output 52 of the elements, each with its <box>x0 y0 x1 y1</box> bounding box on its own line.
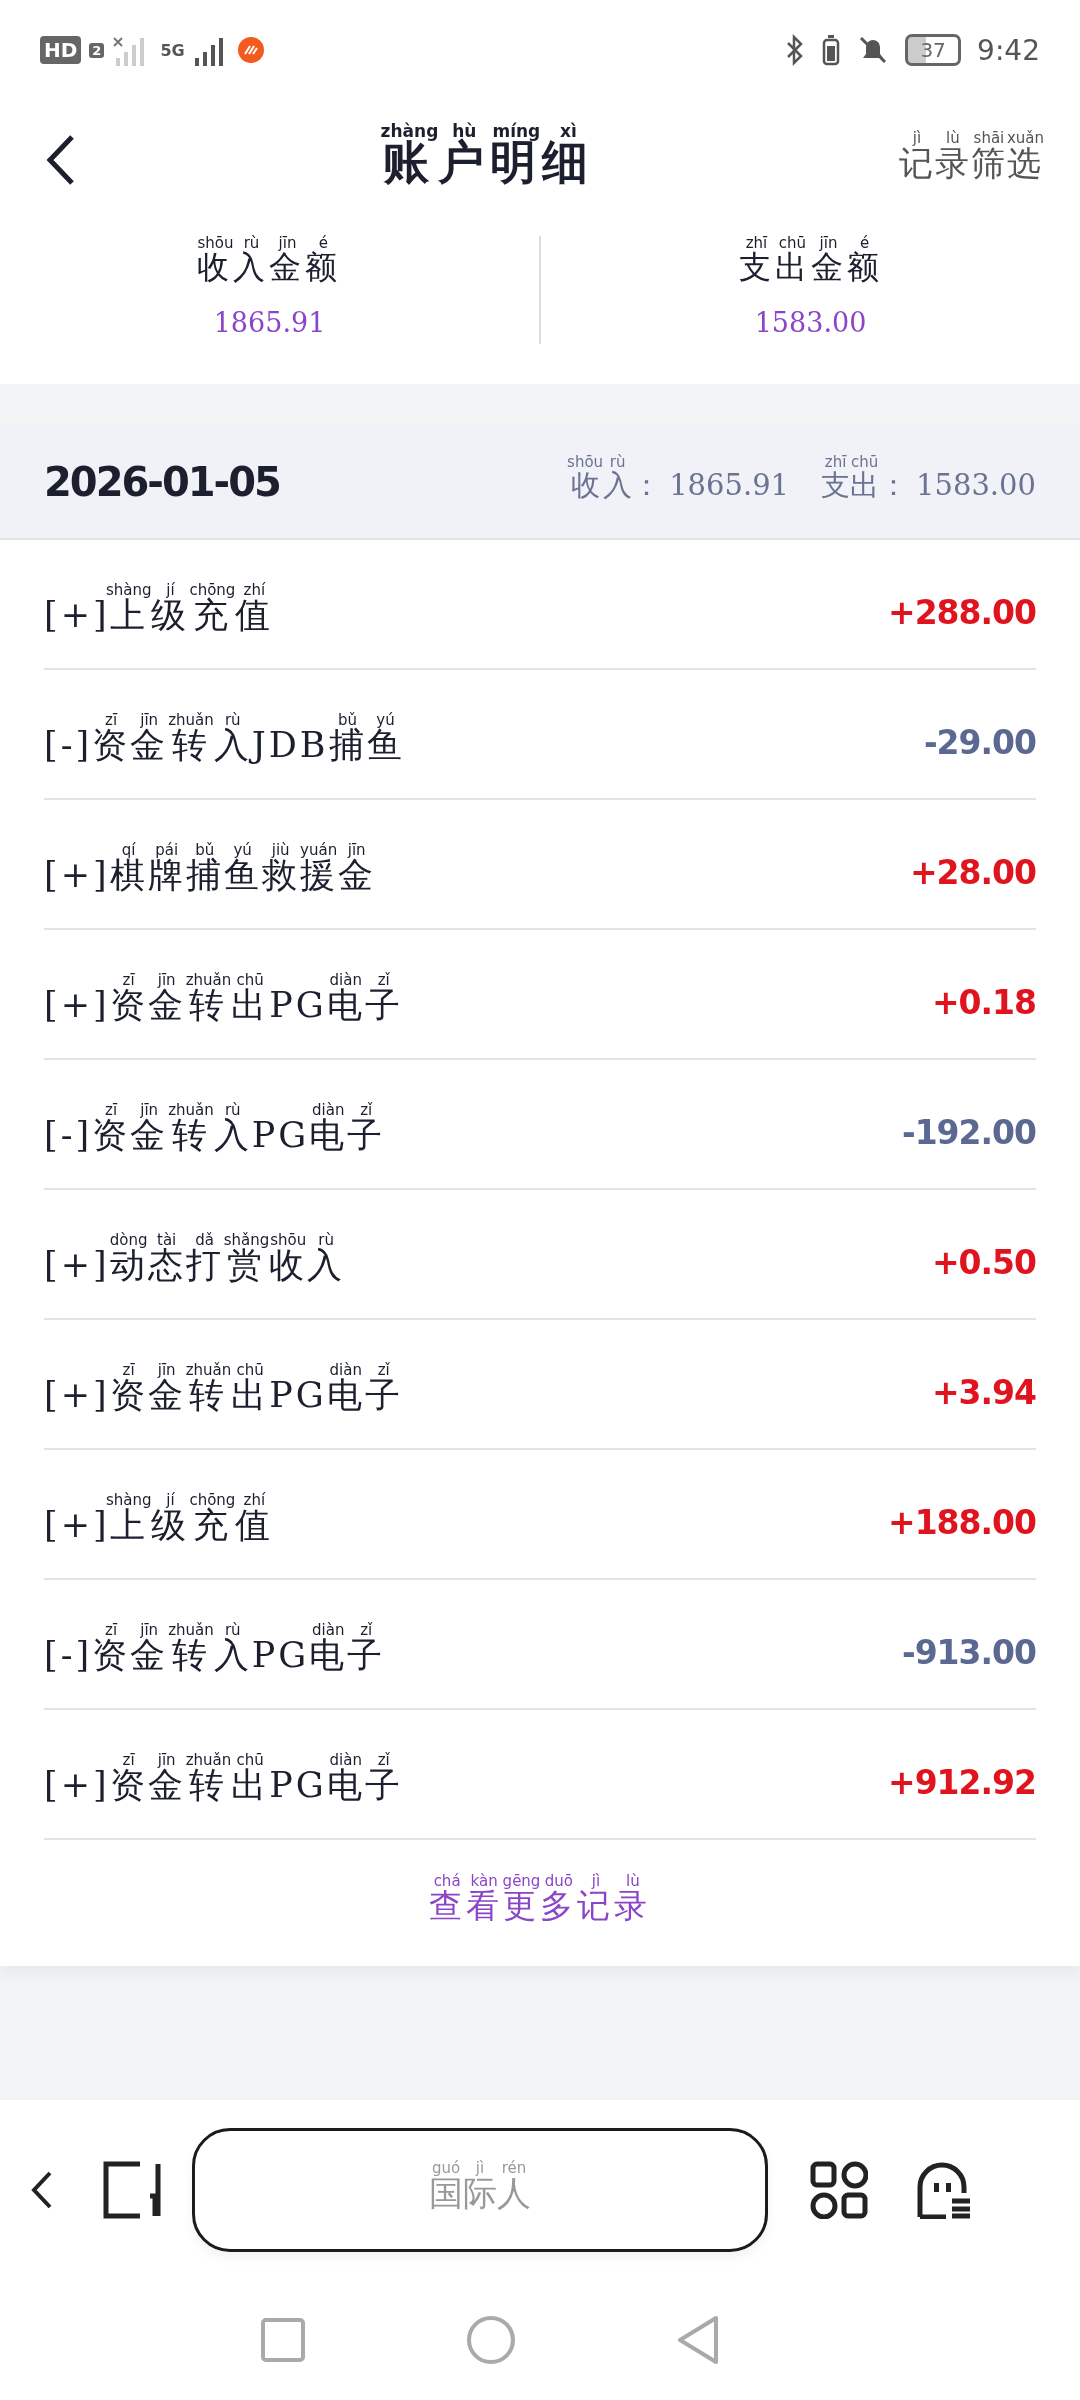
triangle-icon <box>676 2315 720 2365</box>
back-icon <box>46 134 76 186</box>
record-title: [+]上 shàng 级 jí 充 chōng 值 zhí <box>44 1493 274 1548</box>
tabs-icon <box>102 2160 162 2220</box>
hd-badge: HD <box>40 36 82 64</box>
record-amount: -29.00 <box>923 721 1036 764</box>
record-amount: +0.18 <box>931 981 1036 1024</box>
record-amount: +188.00 <box>888 1501 1036 1544</box>
summary-amount: 1865.91 <box>213 306 326 340</box>
record-title: [+]资 zī 金 jīn 转 zhuǎn 出 chū PG 电 diàn 子 zǐ <box>44 1363 403 1418</box>
page-title: 账 zhàng 户 hù 明 míng 细 xì <box>380 123 595 191</box>
income-total: 1865.91 <box>669 467 790 505</box>
square-icon <box>260 2317 306 2363</box>
clock: 9:42 <box>977 33 1040 67</box>
record-amount: +0.50 <box>931 1241 1036 1284</box>
battery-indicator: 37 <box>905 34 962 66</box>
apps-button[interactable] <box>810 2161 868 2219</box>
circle-icon <box>466 2315 516 2365</box>
record-title: [-]资 zī 金 jīn 转 zhuǎn 入 rù PG电 diàn 子 zǐ <box>44 1623 386 1678</box>
back-button[interactable] <box>46 134 76 186</box>
record-title: [+]棋 qí 牌 pái 捕 bǔ 鱼 yú 救 jiù 援 yuán 金 jīn <box>44 843 376 898</box>
record-title: [+]资 zī 金 jīn 转 zhuǎn 出 chū PG 电 diàn 子 zǐ <box>44 973 403 1028</box>
ghost-button[interactable] <box>916 2161 972 2219</box>
record-amount: +3.94 <box>931 1371 1036 1414</box>
record-amount: +912.92 <box>888 1761 1036 1804</box>
record-title: [+]资 zī 金 jīn 转 zhuǎn 出 chū PG 电 diàn 子 zǐ <box>44 1753 403 1808</box>
record-title: [-]资 zī 金 jīn 转 zhuǎn 入 rù JDB捕 bǔ 鱼 yú <box>44 713 405 768</box>
filter-button[interactable]: 记 jì 录 lù 筛 shāi 选 xuǎn <box>898 131 1044 189</box>
view-more-link[interactable]: 查 chá 看 kàn 更 gēng 多 duō 记 jì 录 lù <box>428 1874 652 1931</box>
record-amount: -192.00 <box>901 1111 1036 1154</box>
ghost-icon <box>916 2161 972 2219</box>
network-type: 5G <box>160 40 185 60</box>
summary-label: 支 zhī 出 chū 金 jīn 额 é <box>738 236 883 288</box>
app-icon <box>236 36 265 64</box>
expense-label: 支 zhī 出 chū ： <box>821 455 909 505</box>
record-amount: +288.00 <box>888 591 1036 634</box>
income-label: 收 shōu 入 rù ： <box>567 455 662 505</box>
expense-total: 1583.00 <box>916 467 1036 505</box>
battery-saver-icon <box>821 34 842 66</box>
record-title: [+]上 shàng 级 jí 充 chōng 值 zhí <box>44 583 274 638</box>
date-label: 2026-01-05 <box>44 457 280 507</box>
back-button[interactable] <box>30 2170 54 2210</box>
summary-label: 收 shōu 入 rù 金 jīn 额 é <box>197 236 342 288</box>
record-title: [-]资 zī 金 jīn 转 zhuǎn 入 rù PG电 diàn 子 zǐ <box>44 1103 386 1158</box>
record-amount: -913.00 <box>901 1631 1036 1674</box>
sim-badge: 2 <box>89 42 105 58</box>
back-icon <box>30 2170 54 2210</box>
summary-amount: 1583.00 <box>754 306 867 340</box>
tabs-button[interactable] <box>102 2160 162 2220</box>
grid-icon <box>810 2161 868 2219</box>
record-amount: +28.00 <box>909 851 1036 894</box>
record-title: [+]动 dòng 态 tài 打 dǎ 赏 shǎng 收 shōu 入 rù <box>44 1233 346 1288</box>
